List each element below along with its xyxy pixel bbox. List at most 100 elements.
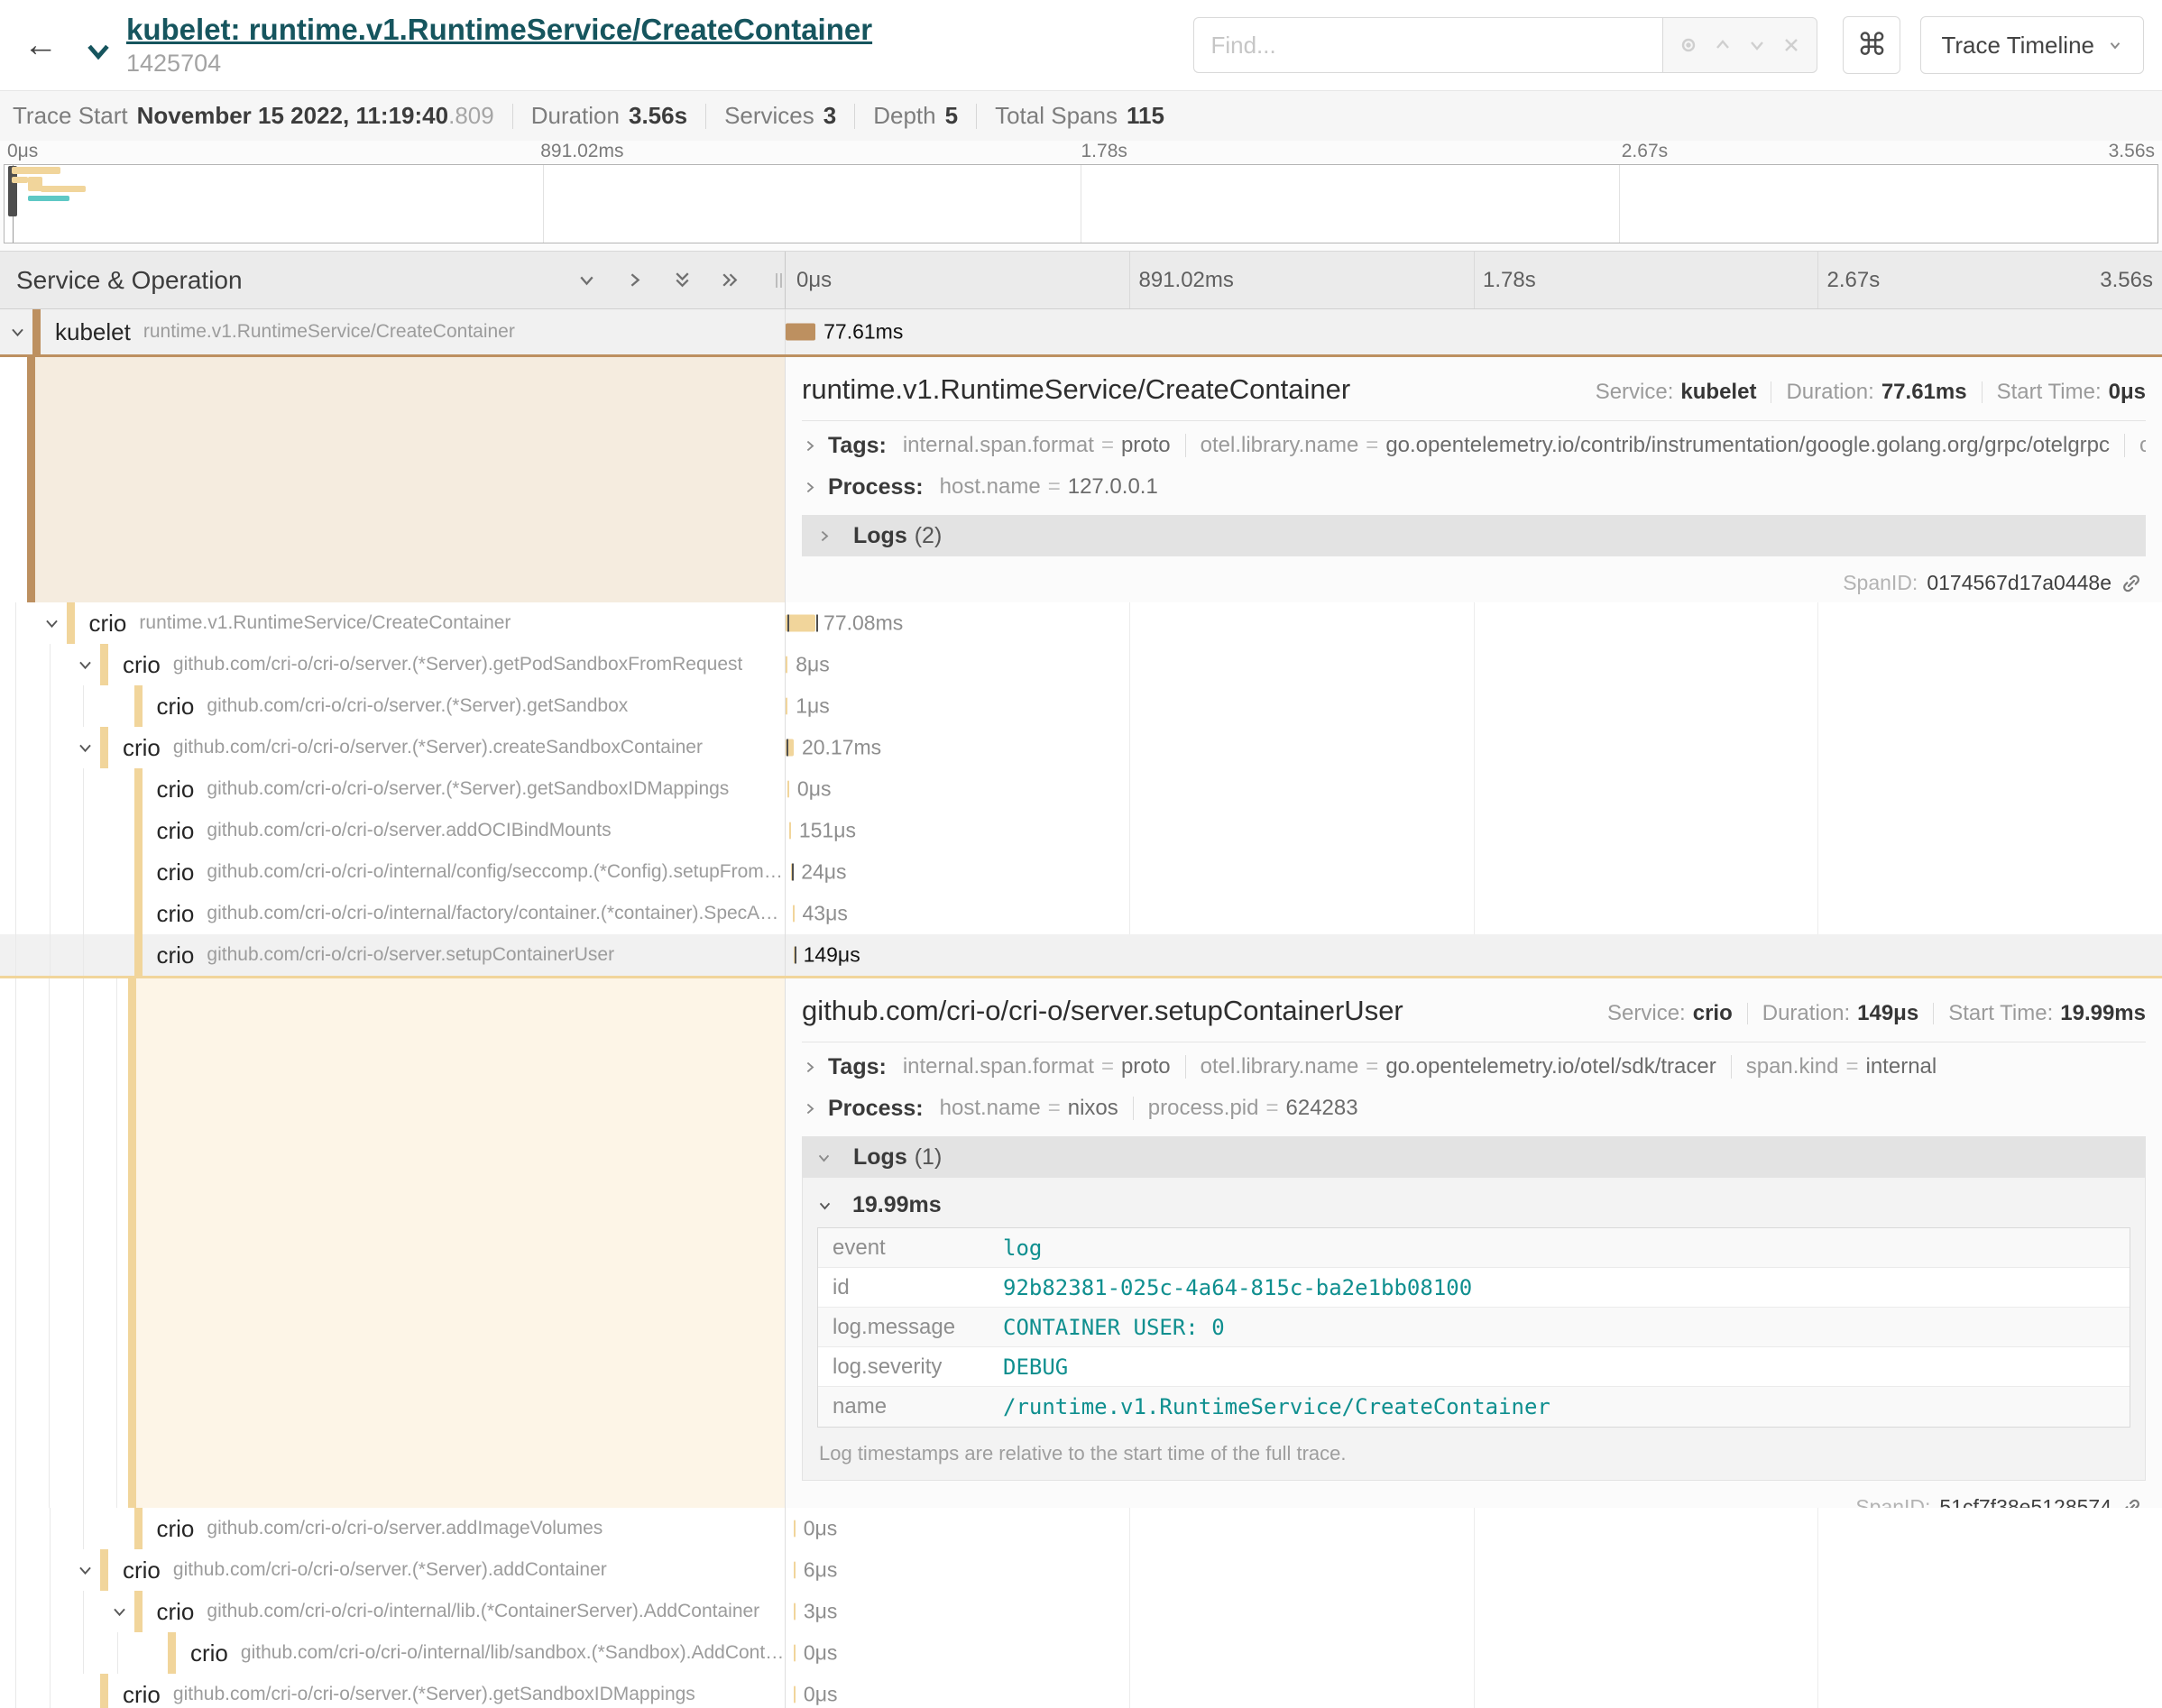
trace-title-link[interactable]: kubelet: runtime.v1.RuntimeService/Creat… [126, 13, 872, 46]
process-accordion[interactable]: Process: host.name=nixos process.pid=624… [802, 1088, 2146, 1129]
timeline-tick: 3.56s [2100, 268, 2153, 293]
focus-target-icon[interactable] [1678, 34, 1699, 56]
span-row[interactable]: crio github.com/cri-o/cri-o/internal/lib… [0, 1591, 2162, 1632]
span-children-collapse-chevron-icon[interactable] [77, 657, 100, 674]
span-row[interactable]: kubelet runtime.v1.RuntimeService/Create… [0, 309, 2162, 354]
span-row[interactable]: crio github.com/cri-o/cri-o/server.(*Ser… [0, 685, 2162, 727]
span-timeline-cell[interactable]: 6μs [785, 1549, 2162, 1591]
span-name-cell[interactable]: crio github.com/cri-o/cri-o/server.(*Ser… [0, 768, 785, 810]
service-color-bar [134, 768, 143, 810]
tags-accordion[interactable]: Tags: internal.span.format=proto otel.li… [802, 1046, 2146, 1088]
span-name-cell[interactable]: crio github.com/cri-o/cri-o/server.setup… [0, 934, 785, 976]
span-name-cell[interactable]: crio github.com/cri-o/cri-o/server.(*Ser… [0, 1674, 785, 1708]
minimap-canvas[interactable] [4, 164, 2158, 243]
find-input[interactable] [1193, 17, 1662, 73]
span-timeline-cell[interactable]: 0μs [785, 1632, 2162, 1674]
span-timeline-cell[interactable]: 0μs [785, 1674, 2162, 1708]
trace-meta-item: Depth 5 [836, 102, 958, 130]
collapse-all-double-chevron-down-icon[interactable] [671, 269, 694, 291]
span-row[interactable]: crio github.com/cri-o/cri-o/server.addOC… [0, 810, 2162, 851]
chevron-right-icon [816, 528, 832, 544]
span-timeline-cell[interactable]: 149μs [785, 934, 2162, 976]
span-timeline-cell[interactable]: 8μs [785, 644, 2162, 685]
span-name-cell[interactable]: crio github.com/cri-o/cri-o/internal/lib… [0, 1591, 785, 1632]
span-children-collapse-chevron-icon[interactable] [77, 1562, 100, 1579]
span-duration-bar[interactable] [794, 1603, 796, 1621]
span-timeline-cell[interactable]: 1μs [785, 685, 2162, 727]
span-row[interactable]: crio github.com/cri-o/cri-o/server.setup… [0, 934, 2162, 976]
span-row[interactable]: crio github.com/cri-o/cri-o/server.(*Ser… [0, 1549, 2162, 1591]
span-name-cell[interactable]: crio github.com/cri-o/cri-o/internal/con… [0, 851, 785, 893]
span-duration-bar[interactable] [787, 781, 789, 798]
span-row[interactable]: crio github.com/cri-o/cri-o/internal/lib… [0, 1632, 2162, 1674]
trace-collapse-chevron-icon[interactable] [83, 36, 114, 67]
span-duration-bar[interactable] [793, 905, 795, 923]
span-duration-bar[interactable] [794, 1645, 796, 1662]
column-resize-grip[interactable] [776, 273, 782, 288]
span-children-collapse-chevron-icon[interactable] [9, 324, 32, 341]
span-timeline-cell[interactable]: 151μs [785, 810, 2162, 851]
span-duration-bar[interactable] [794, 1562, 796, 1579]
minimap-span-bar [28, 196, 69, 201]
clear-find-close-icon[interactable] [1780, 34, 1802, 56]
logs-accordion[interactable]: Logs (2) [802, 515, 2146, 556]
span-timeline-cell[interactable]: 43μs [785, 893, 2162, 934]
span-duration-bar[interactable] [786, 657, 787, 674]
span-name-cell[interactable]: crio github.com/cri-o/cri-o/server.(*Ser… [0, 727, 785, 768]
service-color-bar [134, 685, 143, 727]
span-row[interactable]: crio github.com/cri-o/cri-o/internal/con… [0, 851, 2162, 893]
copy-link-icon[interactable] [2121, 573, 2142, 594]
operation-name: github.com/cri-o/cri-o/server.(*Server).… [173, 1684, 695, 1705]
span-duration-bar[interactable] [789, 822, 791, 840]
expand-all-double-chevron-right-icon[interactable] [719, 269, 741, 291]
span-name-cell[interactable]: crio github.com/cri-o/cri-o/server.addOC… [0, 810, 785, 851]
span-children-collapse-chevron-icon[interactable] [43, 615, 67, 632]
span-timeline-cell[interactable]: 77.61ms [785, 309, 2162, 354]
collapse-one-chevron-down-icon[interactable] [575, 269, 598, 291]
span-duration-bar[interactable] [794, 1520, 796, 1538]
copy-link-icon[interactable] [2121, 1497, 2142, 1509]
span-timeline-cell[interactable]: 20.17ms [785, 727, 2162, 768]
span-timeline-cell[interactable]: 0μs [785, 768, 2162, 810]
span-name-cell[interactable]: crio github.com/cri-o/cri-o/internal/lib… [0, 1632, 785, 1674]
span-timeline-cell[interactable]: 24μs [785, 851, 2162, 893]
keyboard-shortcuts-button[interactable]: ⌘ [1843, 16, 1900, 74]
span-name-cell[interactable]: crio github.com/cri-o/cri-o/server.(*Ser… [0, 1549, 785, 1591]
service-color-bar [168, 1632, 176, 1674]
span-name-cell[interactable]: crio github.com/cri-o/cri-o/server.(*Ser… [0, 685, 785, 727]
span-children-collapse-chevron-icon[interactable] [111, 1603, 134, 1621]
service-name: crio [123, 1681, 161, 1708]
span-row[interactable]: crio github.com/cri-o/cri-o/server.(*Ser… [0, 1674, 2162, 1708]
span-duration-bar[interactable] [786, 698, 787, 715]
span-duration-bar[interactable] [786, 324, 815, 341]
span-children-collapse-chevron-icon[interactable] [77, 739, 100, 757]
back-button[interactable]: ← [23, 28, 58, 62]
span-name-cell[interactable]: crio runtime.v1.RuntimeService/CreateCon… [0, 602, 785, 644]
span-row[interactable]: crio runtime.v1.RuntimeService/CreateCon… [0, 602, 2162, 644]
span-name-cell[interactable]: kubelet runtime.v1.RuntimeService/Create… [0, 309, 785, 354]
span-duration-bar[interactable] [794, 1686, 796, 1703]
find-next-chevron-down-icon[interactable] [1746, 34, 1768, 56]
find-prev-chevron-up-icon[interactable] [1712, 34, 1734, 56]
process-pair: host.name=nixos [940, 1096, 1118, 1121]
span-row[interactable]: crio github.com/cri-o/cri-o/server.(*Ser… [0, 727, 2162, 768]
span-name-cell[interactable]: crio github.com/cri-o/cri-o/server.addIm… [0, 1508, 785, 1549]
process-accordion[interactable]: Process: host.name=127.0.0.1 [802, 466, 2146, 508]
log-entry-toggle[interactable]: 19.99ms [817, 1192, 2130, 1218]
expand-one-chevron-right-icon[interactable] [623, 269, 646, 291]
span-duration-bar[interactable] [786, 615, 815, 632]
span-timeline-cell[interactable]: 0μs [785, 1508, 2162, 1549]
trace-view-selector[interactable]: Trace Timeline [1920, 16, 2144, 74]
span-name-cell[interactable]: crio github.com/cri-o/cri-o/server.(*Ser… [0, 644, 785, 685]
span-name-cell[interactable]: crio github.com/cri-o/cri-o/internal/fac… [0, 893, 785, 934]
span-row[interactable]: crio github.com/cri-o/cri-o/server.addIm… [0, 1508, 2162, 1549]
span-row[interactable]: crio github.com/cri-o/cri-o/internal/fac… [0, 893, 2162, 934]
span-row[interactable]: crio github.com/cri-o/cri-o/server.(*Ser… [0, 768, 2162, 810]
span-timeline-cell[interactable]: 77.08ms [785, 602, 2162, 644]
tags-accordion[interactable]: Tags: internal.span.format=proto otel.li… [802, 425, 2146, 466]
span-timeline-cell[interactable]: 3μs [785, 1591, 2162, 1632]
logs-accordion[interactable]: Logs (1) [802, 1136, 2146, 1178]
minimap-tick: 3.56s [2109, 141, 2155, 162]
span-row[interactable]: crio github.com/cri-o/cri-o/server.(*Ser… [0, 644, 2162, 685]
span-detail-title: github.com/cri-o/cri-o/server.setupConta… [802, 995, 1403, 1027]
